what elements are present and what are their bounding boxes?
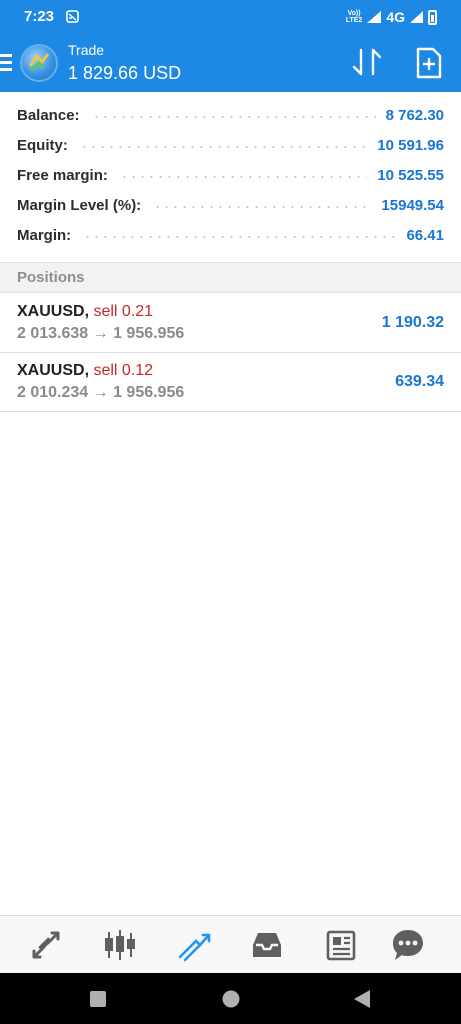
margin-label: Margin: [17, 226, 72, 244]
messages-chat-icon[interactable] [390, 927, 426, 963]
account-summary: Balance: 8 762.30 Equity: 10 591.96 Free… [0, 100, 461, 250]
android-nav-bar [0, 973, 461, 1024]
free-margin-label: Free margin: [17, 166, 108, 184]
back-button-icon[interactable] [351, 988, 373, 1010]
equity-value: 10 591.96 [377, 136, 444, 154]
new-order-icon[interactable] [413, 46, 445, 80]
position-row[interactable]: XAUUSD, sell 0.12 2 010.234 → 1 956.956 … [0, 353, 461, 412]
dotted-leader [153, 206, 372, 208]
status-bar: 7:23 Vo)) LTE2 4G [0, 0, 461, 34]
recent-apps-icon[interactable] [89, 990, 107, 1008]
position-prices: 2 013.638 → 1 956.956 [17, 325, 185, 342]
history-inbox-icon[interactable] [249, 927, 285, 963]
trade-icon[interactable] [176, 927, 212, 963]
signal-strength-icon [367, 11, 382, 23]
position-side-volume: sell 0.12 [93, 362, 154, 379]
candlestick-chart-icon[interactable] [102, 927, 138, 963]
position-profit: 639.34 [395, 373, 444, 390]
metatrader-logo-icon [28, 53, 50, 73]
volte-indicator: Vo)) LTE2 [345, 10, 363, 24]
positions-header-label: Positions [17, 269, 85, 286]
position-profit: 1 190.32 [381, 314, 444, 331]
app-logo[interactable] [20, 44, 58, 82]
free-margin-row: Free margin: 10 525.55 [0, 160, 461, 190]
equity-label: Equity: [17, 136, 68, 154]
positions-section-header: Positions [0, 262, 461, 293]
equity-row: Equity: 10 591.96 [0, 130, 461, 160]
margin-value: 66.41 [406, 226, 444, 244]
menu-icon[interactable] [0, 54, 12, 72]
status-time: 7:23 [24, 8, 55, 25]
battery-icon [428, 9, 437, 25]
margin-level-label: Margin Level (%): [17, 196, 142, 214]
free-margin-value: 10 525.55 [377, 166, 444, 184]
network-type: 4G [386, 9, 405, 25]
position-title: XAUUSD, sell 0.21 [17, 303, 153, 321]
position-symbol: XAUUSD, [17, 362, 90, 379]
dotted-leader [119, 176, 368, 178]
positions-list: XAUUSD, sell 0.21 2 013.638 → 1 956.956 … [0, 294, 461, 412]
margin-level-value: 15949.54 [381, 196, 444, 214]
dotted-leader [79, 146, 368, 148]
margin-row: Margin: 66.41 [0, 220, 461, 250]
position-title: XAUUSD, sell 0.12 [17, 362, 153, 380]
bottom-tab-bar [0, 915, 461, 973]
position-prices: 2 010.234 → 1 956.956 [17, 384, 185, 401]
margin-level-row: Margin Level (%): 15949.54 [0, 190, 461, 220]
position-row[interactable]: XAUUSD, sell 0.21 2 013.638 → 1 956.956 … [0, 294, 461, 353]
signal-secondary-icon [410, 11, 423, 23]
screen-title: Trade [68, 42, 105, 58]
balance-label: Balance: [17, 106, 80, 124]
sort-icon[interactable] [350, 46, 384, 80]
app-bar: Trade 1 829.66 USD [0, 34, 461, 92]
position-symbol: XAUUSD, [17, 303, 90, 320]
home-button-icon[interactable] [221, 989, 241, 1009]
dotted-leader [83, 236, 397, 238]
balance-value: 8 762.30 [385, 106, 444, 124]
screenshot-notification-icon [66, 10, 79, 23]
position-side-volume: sell 0.21 [93, 303, 154, 320]
quotes-arrows-icon[interactable] [28, 927, 64, 963]
balance-row: Balance: 8 762.30 [0, 100, 461, 130]
news-icon[interactable] [323, 927, 359, 963]
dotted-leader [91, 116, 376, 118]
total-profit: 1 829.66 USD [68, 63, 182, 83]
